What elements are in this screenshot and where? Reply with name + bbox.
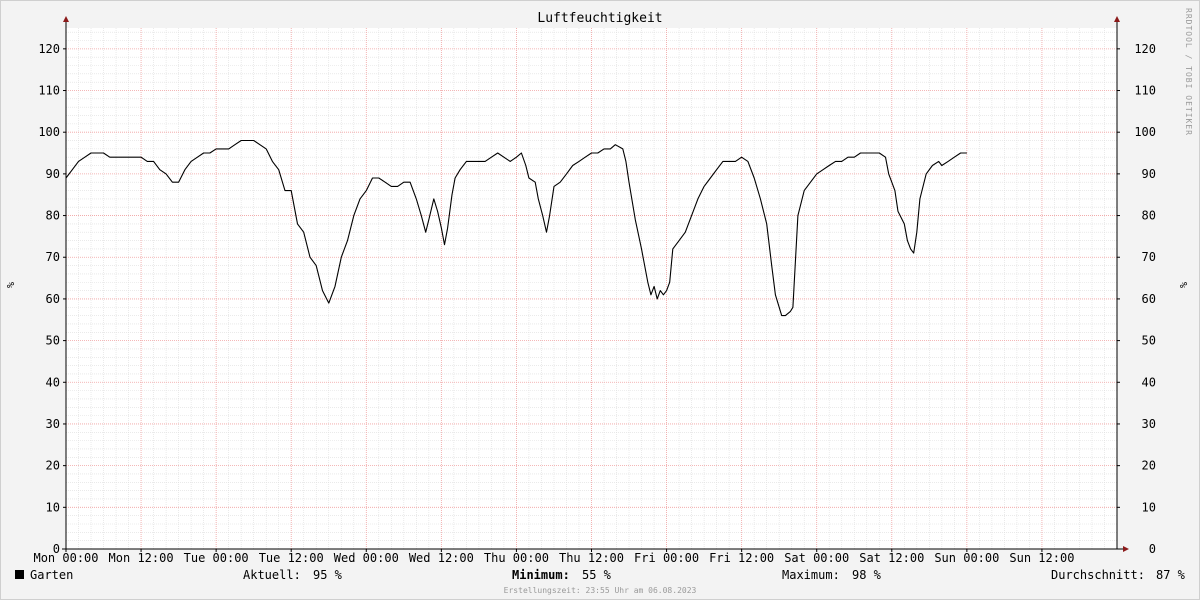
legend-swatch: [15, 570, 24, 579]
y-tick-label-left: 10: [46, 500, 60, 514]
y-tick-label-right: 10: [1142, 500, 1156, 514]
x-tick-label: Sat 12:00: [859, 551, 924, 565]
x-tick-label: Wed 12:00: [409, 551, 474, 565]
y-tick-label-right: 80: [1142, 209, 1156, 223]
x-tick-label: Sat 00:00: [784, 551, 849, 565]
y-tick-label-right: 50: [1142, 334, 1156, 348]
y-tick-label-left: 100: [38, 125, 60, 139]
x-axis-arrow: [1123, 546, 1129, 552]
y-tick-label-right: 70: [1142, 250, 1156, 264]
y-tick-label-right: 120: [1134, 42, 1156, 56]
legend: Garten Aktuell: 95 % Minimum: 55 % Maxim…: [0, 568, 1200, 584]
y-tick-label-right: 90: [1142, 167, 1156, 181]
x-tick-label: Thu 12:00: [559, 551, 624, 565]
y-tick-label-right: 0: [1149, 542, 1156, 556]
y-tick-label-right: 30: [1142, 417, 1156, 431]
legend-series-label: Garten: [30, 568, 74, 582]
x-tick-label: Mon 00:00: [33, 551, 98, 565]
y-tick-label-left: 20: [46, 459, 60, 473]
x-tick-label: Fri 12:00: [709, 551, 774, 565]
y-tick-label-left: 50: [46, 334, 60, 348]
aktuell-label: Aktuell:: [243, 568, 301, 582]
x-tick-label: Tue 12:00: [259, 551, 324, 565]
x-tick-label: Mon 12:00: [109, 551, 174, 565]
y-axis-arrow-right: [1114, 16, 1120, 22]
y-tick-label-left: 110: [38, 84, 60, 98]
y-tick-label-right: 20: [1142, 459, 1156, 473]
y-tick-label-left: 40: [46, 375, 60, 389]
y-axis-arrow-left: [63, 16, 69, 22]
y-tick-label-right: 110: [1134, 84, 1156, 98]
y-tick-label-left: 90: [46, 167, 60, 181]
x-tick-label: Thu 00:00: [484, 551, 549, 565]
durchschnitt-value: 87 %: [1156, 568, 1185, 582]
y-tick-label-right: 100: [1134, 125, 1156, 139]
minimum-label: Minimum:: [512, 568, 570, 582]
y-tick-label-left: 80: [46, 209, 60, 223]
minimum-value: 55 %: [582, 568, 611, 582]
durchschnitt-label: Durchschnitt:: [1051, 568, 1145, 582]
aktuell-value: 95 %: [313, 568, 342, 582]
x-tick-label: Wed 00:00: [334, 551, 399, 565]
chart-canvas: 0 010 1020 2030 3040 4050 5060 6070 7080 8090 9010…: [33, 16, 1156, 565]
x-tick-label: Sun 00:00: [934, 551, 999, 565]
y-tick-label-right: 40: [1142, 375, 1156, 389]
maximum-label: Maximum:: [782, 568, 840, 582]
x-tick-label: Tue 00:00: [184, 551, 249, 565]
x-tick-label: Fri 00:00: [634, 551, 699, 565]
y-tick-label-left: 30: [46, 417, 60, 431]
y-tick-label-right: 60: [1142, 292, 1156, 306]
y-tick-label-left: 70: [46, 250, 60, 264]
y-tick-label-left: 120: [38, 42, 60, 56]
creation-time: Erstellungszeit: 23:55 Uhr am 06.08.2023: [503, 586, 697, 595]
x-tick-label: Sun 12:00: [1009, 551, 1074, 565]
maximum-value: 98 %: [852, 568, 881, 582]
y-tick-label-left: 60: [46, 292, 60, 306]
